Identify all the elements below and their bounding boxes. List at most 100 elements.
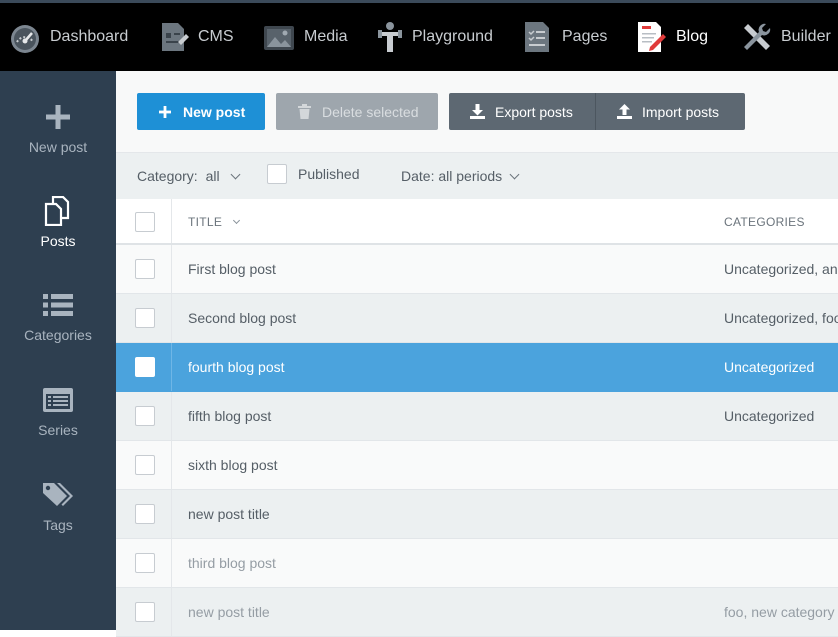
- playground-icon: [376, 20, 404, 54]
- post-title[interactable]: fifth blog post: [188, 408, 271, 424]
- category-filter[interactable]: Category: all: [137, 168, 240, 184]
- trash-icon: [296, 104, 312, 120]
- nav-cms-label: CMS: [198, 28, 234, 45]
- table-row[interactable]: new post title: [116, 490, 838, 539]
- post-categories: Uncategorized, foo: [724, 310, 838, 326]
- cms-icon: [156, 20, 190, 54]
- new-post-button[interactable]: New post: [137, 93, 265, 130]
- column-header-title-label: TITLE: [188, 215, 223, 229]
- category-filter-label: Category:: [137, 168, 198, 184]
- post-title[interactable]: new post title: [188, 506, 270, 522]
- posts-icon: [42, 195, 74, 227]
- row-checkbox[interactable]: [135, 553, 155, 573]
- row-checkbox[interactable]: [135, 602, 155, 622]
- row-checkbox[interactable]: [135, 504, 155, 524]
- sidebar-item-posts[interactable]: Posts: [0, 195, 116, 285]
- published-checkbox[interactable]: [267, 164, 287, 184]
- sidebar-item-tags[interactable]: Tags: [0, 479, 116, 569]
- post-title[interactable]: sixth blog post: [188, 457, 278, 473]
- new-post-label: New post: [183, 103, 246, 120]
- top-navigation: Dashboard CMS Media Playground Pages Blo…: [0, 0, 838, 71]
- blog-icon: [634, 20, 668, 54]
- table-row[interactable]: sixth blog post: [116, 441, 838, 490]
- list-icon: [42, 289, 74, 321]
- row-checkbox-cell: [116, 441, 172, 489]
- select-all-checkbox[interactable]: [135, 212, 155, 232]
- posts-table: TITLE CATEGORIES First blog post Uncateg…: [116, 199, 838, 637]
- table-row[interactable]: fifth blog post Uncategorized: [116, 392, 838, 441]
- post-title[interactable]: First blog post: [188, 261, 276, 277]
- row-checkbox-cell: [116, 539, 172, 587]
- category-filter-value: all: [205, 168, 220, 184]
- nav-playground-label: Playground: [412, 28, 493, 45]
- table-row[interactable]: third blog post: [116, 539, 838, 588]
- row-checkbox-cell: [116, 343, 172, 391]
- post-title[interactable]: third blog post: [188, 555, 276, 571]
- post-title[interactable]: Second blog post: [188, 310, 296, 326]
- column-header-categories[interactable]: CATEGORIES: [724, 215, 805, 229]
- builder-icon: [739, 20, 773, 54]
- nav-blog-label: Blog: [676, 28, 709, 45]
- nav-builder[interactable]: Builder: [739, 3, 831, 71]
- sidebar-item-series[interactable]: Series: [0, 384, 116, 474]
- import-posts-button[interactable]: Import posts: [596, 93, 745, 130]
- series-icon: [42, 384, 74, 416]
- nav-media-label: Media: [304, 28, 348, 45]
- sidebar-item-new-post[interactable]: New post: [0, 101, 116, 191]
- post-categories: foo, new category: [724, 604, 835, 620]
- plus-icon: [157, 104, 173, 120]
- post-categories: Uncategorized, and: [724, 261, 838, 277]
- delete-selected-button[interactable]: Delete selected: [276, 93, 438, 130]
- table-header: TITLE CATEGORIES: [116, 199, 838, 245]
- row-checkbox[interactable]: [135, 259, 155, 279]
- export-posts-button[interactable]: Export posts: [449, 93, 596, 130]
- row-checkbox[interactable]: [135, 455, 155, 475]
- table-row[interactable]: fourth blog post Uncategorized: [116, 343, 838, 392]
- table-row[interactable]: First blog post Uncategorized, and: [116, 245, 838, 294]
- sidebar-item-label: Tags: [43, 517, 73, 533]
- export-posts-label: Export posts: [495, 103, 573, 120]
- row-checkbox-cell: [116, 588, 172, 636]
- nav-dashboard[interactable]: Dashboard: [8, 3, 128, 71]
- toolbar: New post Delete selected Export posts Im…: [116, 71, 838, 153]
- chevron-down-icon: [230, 169, 240, 180]
- row-checkbox-cell: [116, 490, 172, 538]
- row-checkbox[interactable]: [135, 357, 155, 377]
- import-posts-label: Import posts: [642, 103, 720, 120]
- sidebar-item-categories[interactable]: Categories: [0, 289, 116, 379]
- dashboard-icon: [8, 20, 42, 54]
- plus-icon: [42, 101, 74, 133]
- sidebar-item-label: New post: [28, 139, 88, 155]
- download-icon: [469, 104, 485, 120]
- nav-cms[interactable]: CMS: [156, 3, 234, 71]
- delete-selected-label: Delete selected: [322, 103, 419, 120]
- row-checkbox[interactable]: [135, 406, 155, 426]
- chevron-down-icon: [509, 169, 520, 180]
- row-checkbox-cell: [116, 392, 172, 440]
- row-checkbox[interactable]: [135, 308, 155, 328]
- upload-icon: [616, 104, 632, 120]
- row-checkbox-cell: [116, 245, 172, 293]
- table-row[interactable]: Second blog post Uncategorized, foo: [116, 294, 838, 343]
- nav-blog[interactable]: Blog: [634, 3, 708, 71]
- post-categories: Uncategorized: [724, 359, 815, 375]
- date-filter[interactable]: Date: all periods: [401, 168, 520, 184]
- post-categories: Uncategorized: [724, 408, 815, 424]
- nav-pages-label: Pages: [562, 28, 608, 45]
- nav-media[interactable]: Media: [262, 3, 348, 71]
- post-title[interactable]: fourth blog post: [188, 359, 285, 375]
- sidebar-item-label: Posts: [40, 233, 76, 249]
- nav-builder-label: Builder: [781, 28, 831, 45]
- sidebar-item-label: Series: [38, 422, 78, 438]
- post-title[interactable]: new post title: [188, 604, 270, 620]
- select-all-cell: [116, 199, 172, 243]
- published-filter-label: Published: [298, 166, 360, 182]
- nav-pages[interactable]: Pages: [520, 3, 607, 71]
- sidebar-item-label: Categories: [24, 327, 92, 343]
- media-icon: [262, 20, 296, 54]
- published-filter[interactable]: Published: [267, 164, 360, 184]
- column-header-title[interactable]: TITLE: [188, 215, 240, 229]
- tags-icon: [42, 479, 74, 511]
- row-checkbox-cell: [116, 294, 172, 342]
- nav-playground[interactable]: Playground: [376, 3, 493, 71]
